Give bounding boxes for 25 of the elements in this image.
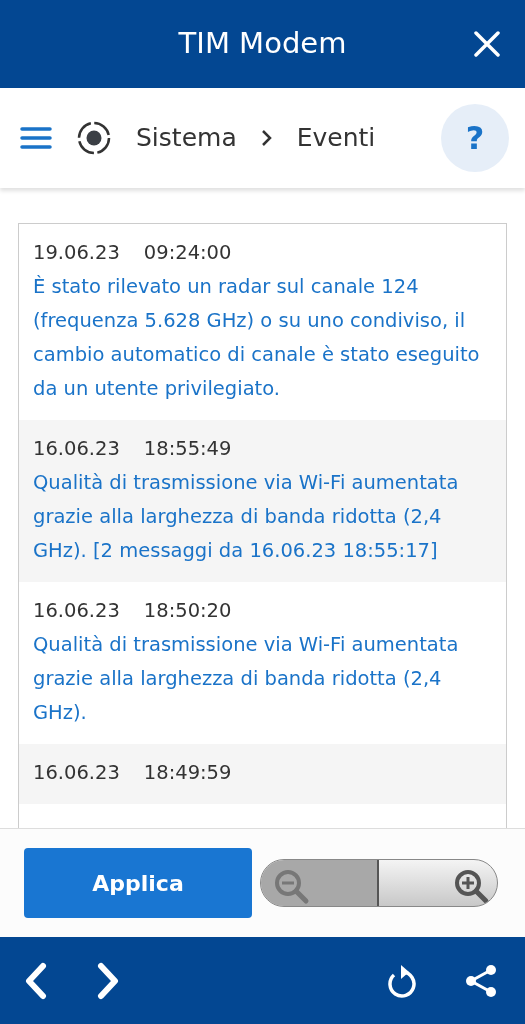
event-message[interactable]: Qualità di trasmissione via Wi-Fi aumentata grazie alla larghezza di banda ridotta (2,4 GHz). [2 messaggi da 16.06.23 18:55:17] bbox=[33, 466, 492, 568]
event-time: 18:49:59 bbox=[143, 760, 232, 786]
event-message[interactable]: Qualità di trasmissione via Wi-Fi aumentata grazie alla larghezza di banda ridotta (2,4 GHz). bbox=[33, 628, 492, 730]
forward-icon[interactable] bbox=[96, 961, 120, 1000]
event-message[interactable]: È stato rilevato un radar sul canale 124 (frequenza 5.628 GHz) o su uno condiviso, il cambio automatico di canale è stato eseguito da un utente privilegiato. bbox=[33, 270, 492, 406]
event-time: 18:55:49 bbox=[143, 436, 232, 462]
target-icon bbox=[76, 120, 112, 156]
window-title: TIM Modem bbox=[178, 25, 347, 63]
event-date: 16.06.23 bbox=[33, 760, 120, 786]
chevron-icon bbox=[260, 129, 273, 147]
refresh-icon[interactable] bbox=[385, 962, 417, 999]
close-icon[interactable] bbox=[474, 31, 500, 57]
event-date: 16.06.23 bbox=[33, 598, 120, 624]
zoom-slider[interactable] bbox=[260, 859, 498, 907]
back-icon[interactable] bbox=[24, 961, 48, 1000]
help-button[interactable]: ? bbox=[441, 104, 509, 172]
menu-icon[interactable] bbox=[20, 126, 52, 150]
event-time: 09:24:00 bbox=[143, 240, 232, 266]
breadcrumb-current: Eventi bbox=[296, 122, 376, 155]
event-date: 19.06.23 bbox=[33, 240, 120, 266]
event-date: 16.06.23 bbox=[33, 436, 120, 462]
event-time: 18:50:20 bbox=[143, 598, 232, 624]
share-icon[interactable] bbox=[465, 963, 497, 998]
breadcrumb-link[interactable]: Sistema bbox=[136, 119, 237, 157]
apply-button[interactable]: Applica bbox=[24, 848, 252, 918]
